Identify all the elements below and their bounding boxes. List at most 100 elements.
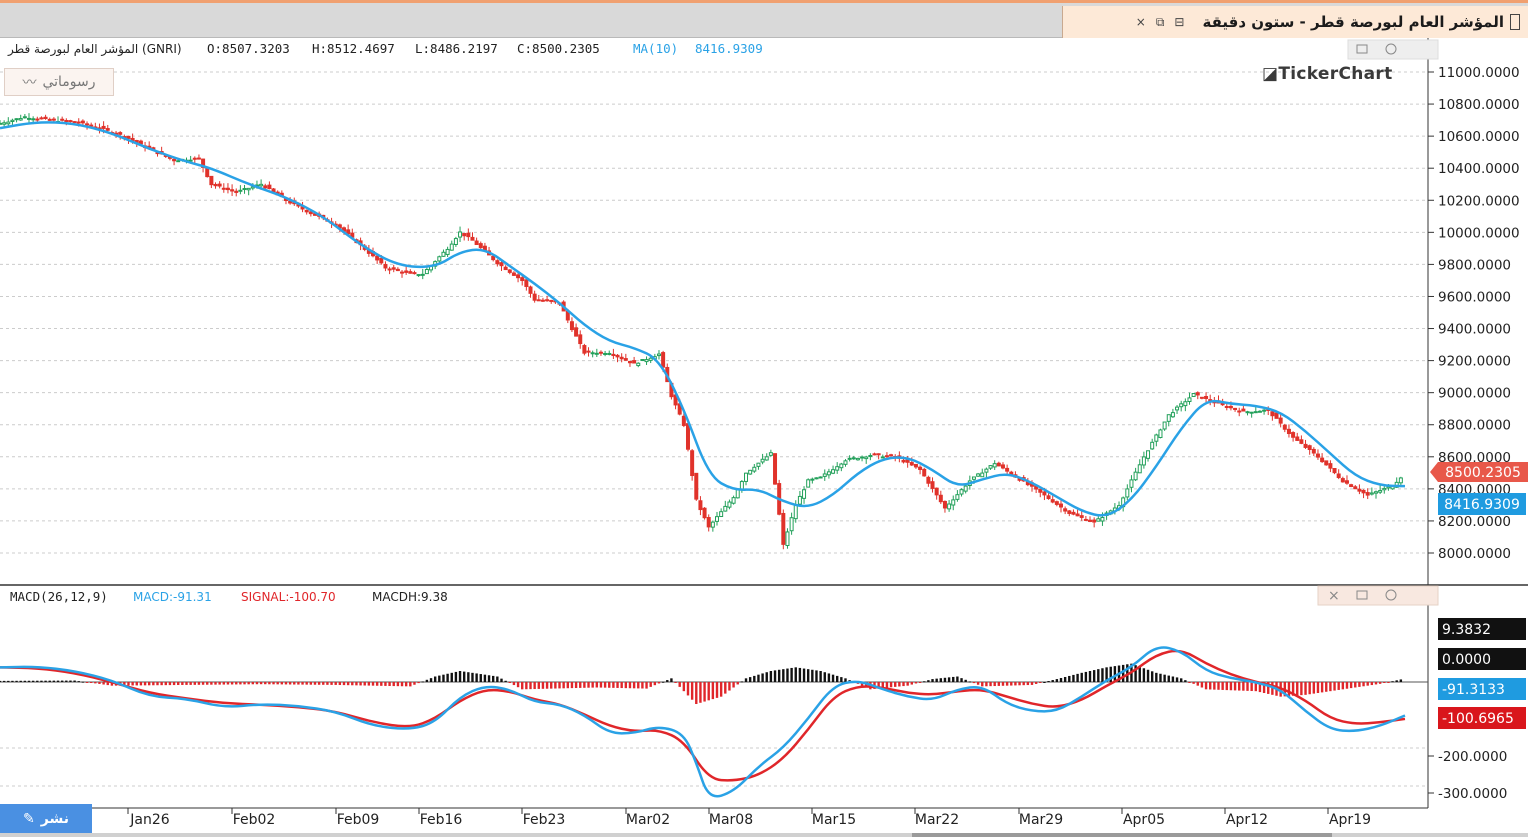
- hist-bar: [396, 682, 400, 687]
- hist-bar: [1370, 682, 1374, 686]
- candle-body: [1336, 473, 1341, 479]
- candle-body: [196, 157, 201, 160]
- price-tick-label: 9200.0000: [1438, 354, 1511, 370]
- candle-body: [395, 268, 400, 272]
- candle-body: [930, 481, 935, 489]
- candle-body: [387, 268, 392, 271]
- candle-body: [603, 352, 608, 355]
- candle-body: [1253, 411, 1258, 414]
- candle-body: [1295, 436, 1300, 441]
- hist-bar: [1229, 682, 1233, 691]
- candle-body: [1204, 396, 1209, 399]
- candle-body: [213, 183, 218, 187]
- macd-value-badge: -91.3133: [1438, 678, 1526, 700]
- candle-body: [68, 120, 73, 123]
- candle-body: [80, 120, 85, 124]
- candle-body: [225, 187, 230, 191]
- candle-body: [1125, 488, 1130, 498]
- hist-bar: [417, 682, 420, 684]
- candle-body: [992, 463, 997, 468]
- hist-bar: [85, 682, 89, 683]
- restore-icon[interactable]: ⧉: [1156, 15, 1165, 30]
- candle-body: [441, 251, 446, 257]
- candle-body: [516, 274, 521, 279]
- candle-body: [221, 187, 226, 190]
- hist-bar: [334, 682, 337, 685]
- hist-bar: [1329, 682, 1332, 692]
- symbol-label: المؤشر العام لبورصة قطر (GNRI): [7, 42, 182, 57]
- price-panel-controls: [1347, 39, 1439, 60]
- hist-bar: [835, 675, 839, 682]
- my-drawings-label: رسوماتي: [42, 74, 96, 90]
- hist-bar: [885, 682, 889, 688]
- hist-bar: [483, 674, 487, 682]
- hist-bar: [214, 682, 217, 685]
- hist-bar: [467, 672, 470, 682]
- hist-bar: [1026, 682, 1030, 686]
- candle-body: [478, 243, 483, 249]
- hist-bar: [297, 682, 300, 685]
- candle-body: [582, 345, 587, 354]
- candle-body: [963, 485, 968, 492]
- candle-body: [205, 168, 210, 178]
- hist-bar: [1167, 675, 1170, 682]
- hist-bar: [189, 682, 192, 685]
- hist-bar: [65, 680, 68, 682]
- candle-body: [238, 189, 243, 192]
- candle-body: [35, 118, 40, 121]
- candle-body: [1096, 518, 1101, 522]
- candle-body: [984, 468, 989, 473]
- close-icon[interactable]: ×: [1328, 588, 1340, 604]
- hist-bar: [545, 682, 549, 689]
- hist-bar: [562, 682, 565, 689]
- signal-value-label: SIGNAL:-100.70: [241, 590, 336, 604]
- candle-body: [491, 255, 496, 261]
- candle-body: [51, 118, 56, 121]
- candle-body: [437, 256, 442, 262]
- minimize-icon[interactable]: ⊟: [1174, 15, 1184, 30]
- hist-bar: [968, 681, 972, 683]
- hist-bar: [462, 671, 466, 682]
- hist-bar: [985, 682, 988, 687]
- chart-canvas[interactable]: 11000.0000 10800.0000 10600.0000 10400.0000…: [0, 38, 1528, 833]
- close-icon[interactable]: ×: [1136, 15, 1146, 30]
- hist-bar: [637, 682, 640, 689]
- hist-bar: [935, 678, 938, 682]
- publish-button[interactable]: نشر ✎: [0, 804, 92, 833]
- hist-bar: [786, 668, 789, 682]
- candle-body: [532, 293, 537, 301]
- price-tick-label: 9600.0000: [1438, 289, 1511, 305]
- hist-bar: [1196, 682, 1199, 686]
- signal-line: [0, 649, 1406, 782]
- candle-body: [1100, 517, 1105, 522]
- hist-bar: [819, 670, 822, 682]
- candle-body: [1042, 491, 1047, 496]
- hist-bar: [421, 681, 424, 683]
- candle-body: [1315, 453, 1320, 458]
- candle-body: [105, 128, 110, 131]
- hist-bar: [143, 682, 147, 686]
- hist-bar: [558, 682, 561, 689]
- candle-body: [138, 140, 143, 145]
- hist-bar: [686, 682, 690, 696]
- window-tab[interactable]: المؤشر العام لبورصة قطر - ستون دقيقة × ⧉…: [1062, 6, 1528, 38]
- hist-bar: [73, 680, 76, 682]
- candle-body: [648, 357, 653, 361]
- hist-bar: [1383, 682, 1386, 683]
- hist-bar: [748, 677, 752, 682]
- hist-bar: [943, 677, 947, 682]
- candle-body: [868, 455, 873, 458]
- scrollbar-thumb[interactable]: [912, 833, 1332, 837]
- hist-value-label: MACDH:9.38: [372, 590, 448, 604]
- candle-body: [1083, 518, 1088, 521]
- hist-bar: [7, 680, 10, 682]
- my-drawings-button[interactable]: رسوماتي 〰: [4, 68, 114, 96]
- hist-bar: [806, 669, 810, 682]
- window-titlebar: المؤشر العام لبورصة قطر - ستون دقيقة × ⧉…: [0, 0, 1528, 38]
- trend-line-icon: 〰: [22, 75, 37, 91]
- hist-bar: [392, 682, 395, 687]
- candle-body: [1129, 479, 1134, 488]
- hist-bar: [537, 682, 540, 689]
- hist-bar: [947, 677, 951, 682]
- hist-bar: [666, 680, 669, 682]
